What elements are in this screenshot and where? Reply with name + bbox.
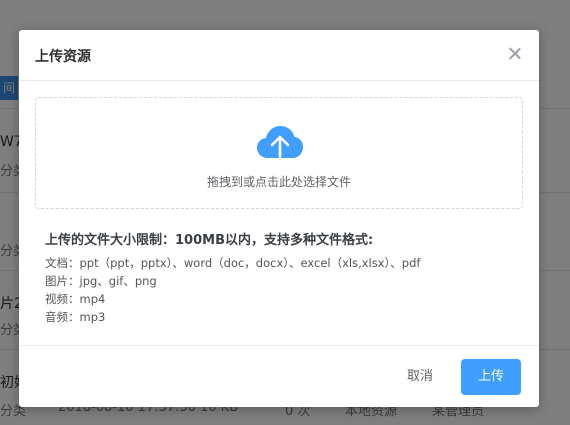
- limit-audio: 音频：mp3: [45, 310, 106, 324]
- dialog-title: 上传资源: [35, 49, 91, 65]
- upload-limits: 上传的文件大小限制：100MB以内，支持多种文件格式: 文档：ppt（ppt，p…: [45, 229, 420, 326]
- upload-dropzone[interactable]: 拖拽到或点击此处选择文件: [35, 97, 523, 209]
- limit-videos: 视频：mp4: [45, 292, 106, 306]
- limit-documents: 文档：ppt（ppt，pptx）、word（doc，docx）、excel（xl…: [45, 256, 421, 270]
- dialog-header: 上传资源: [19, 30, 539, 81]
- footer-divider: [19, 345, 539, 346]
- dropzone-hint: 拖拽到或点击此处选择文件: [206, 175, 351, 189]
- cancel-button[interactable]: 取消: [391, 360, 449, 394]
- limit-images: 图片：jpg、gif、png: [45, 274, 157, 288]
- cloud-upload-icon: [257, 126, 303, 164]
- upload-button[interactable]: 上传: [461, 359, 521, 395]
- upload-dialog: 上传资源 拖拽到或点击此处选择文件 上传的文件大小限制：100MB以内，支持多种…: [19, 30, 539, 407]
- close-icon[interactable]: [505, 44, 525, 64]
- limits-title: 上传的文件大小限制：100MB以内，支持多种文件格式:: [45, 233, 374, 248]
